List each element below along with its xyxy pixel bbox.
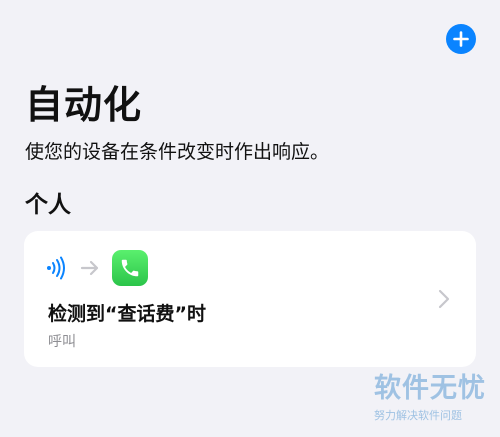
automation-icon-row xyxy=(46,249,148,287)
automation-card[interactable]: 检测到“查话费”时 呼叫 xyxy=(24,231,476,367)
phone-app-icon xyxy=(112,250,148,286)
add-automation-button[interactable] xyxy=(446,24,476,54)
automation-action-label: 呼叫 xyxy=(48,334,76,350)
chevron-right-icon xyxy=(438,289,450,309)
page-subtitle: 使您的设备在条件改变时作出响应。 xyxy=(25,141,330,163)
page-title: 自动化 xyxy=(25,83,143,127)
automation-title: 检测到“查话费”时 xyxy=(48,303,206,325)
nfc-icon xyxy=(46,256,66,280)
section-header-personal: 个人 xyxy=(25,192,71,218)
watermark: 软件无忧 努力解决软件问题 xyxy=(374,372,486,424)
arrow-right-icon xyxy=(80,260,100,276)
watermark-tagline: 努力解决软件问题 xyxy=(374,409,462,422)
watermark-logo: 软件无忧 xyxy=(374,373,486,404)
plus-icon xyxy=(453,31,469,47)
